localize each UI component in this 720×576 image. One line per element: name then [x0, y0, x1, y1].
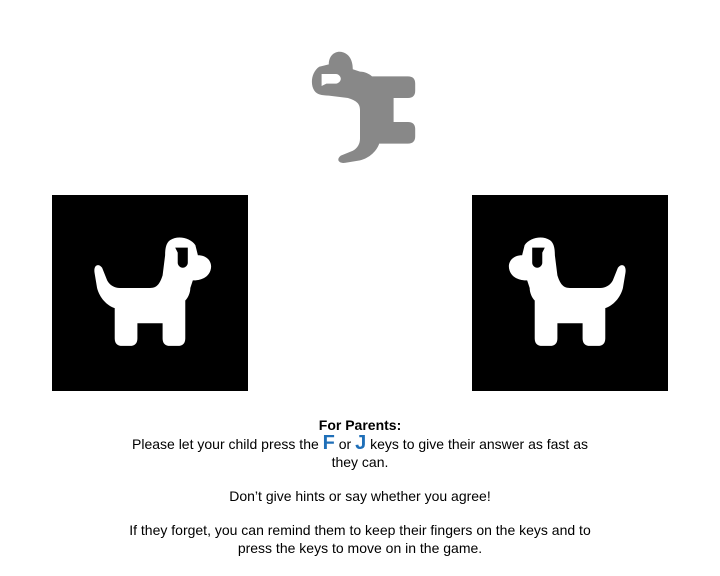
choice-left-button[interactable] — [52, 195, 248, 391]
stimulus-dog-icon — [300, 50, 420, 170]
keys-line-prefix: Please let your child press the — [132, 436, 319, 452]
instructions-keys-line: Please let your child press the F or J k… — [120, 432, 600, 471]
dog-icon-mirrored — [508, 237, 626, 346]
dog-icon — [94, 237, 212, 346]
choice-right-button[interactable] — [472, 195, 668, 391]
instructions-no-hints: Don’t give hints or say whether you agre… — [229, 488, 491, 504]
parent-instructions: For Parents: Please let your child press… — [120, 416, 600, 557]
instructions-reminder: If they forget, you can remind them to k… — [129, 522, 591, 556]
key-f-label: F — [322, 432, 335, 454]
rotated-dog-icon — [311, 51, 416, 163]
keys-line-or: or — [338, 436, 352, 452]
key-j-label: J — [355, 432, 367, 454]
keys-line-suffix: keys to give their answer as fast as the… — [331, 436, 588, 470]
